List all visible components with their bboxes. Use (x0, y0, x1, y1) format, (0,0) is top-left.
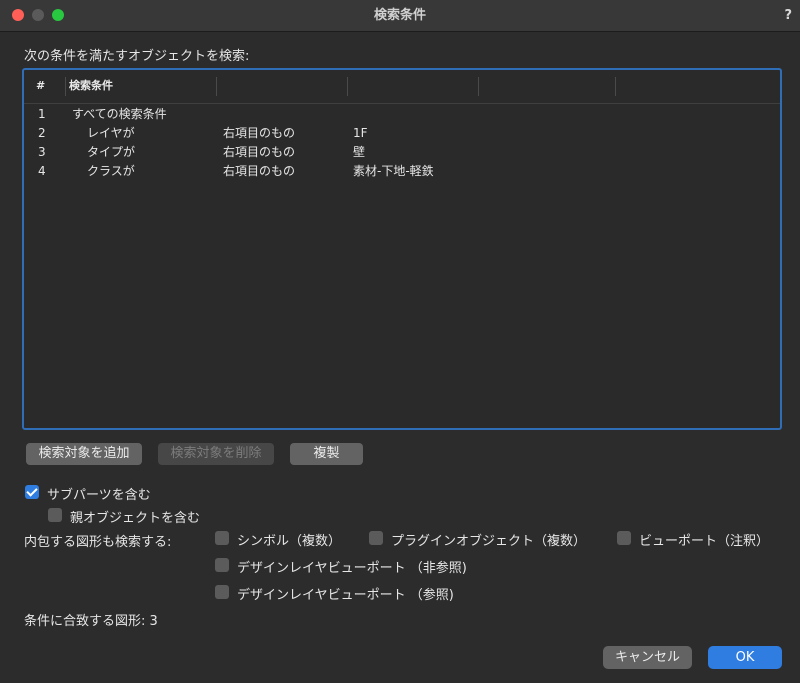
include-subparts-label: サブパーツを含む (47, 488, 151, 503)
row-condition: タイプが (87, 145, 136, 159)
include-subparts-checkbox[interactable] (25, 485, 39, 499)
row-condition: レイヤが (87, 126, 135, 140)
plugin-objects-checkbox[interactable] (369, 531, 383, 545)
delete-criteria-button[interactable]: 検索対象を削除 (158, 443, 274, 465)
table-row[interactable]: 2 レイヤが 右項目のもの 1F (24, 124, 780, 143)
row-number: 2 (38, 126, 46, 140)
row-value: 1F (353, 126, 368, 140)
column-header-condition[interactable]: 検索条件 (69, 78, 113, 94)
design-layer-viewport-nonref-checkbox[interactable] (215, 558, 229, 572)
row-operator: 右項目のもの (223, 164, 296, 178)
row-number: 1 (38, 107, 46, 121)
nested-search-label: 内包する図形も検索する: (24, 535, 172, 550)
plugin-objects-label: プラグインオブジェクト（複数） (391, 534, 587, 549)
window-title: 検索条件 (373, 8, 426, 23)
column-header-number[interactable]: # (36, 78, 45, 94)
row-condition: クラスが (87, 164, 135, 178)
row-condition: すべての検索条件 (72, 107, 167, 121)
include-parent-label: 親オブジェクトを含む (70, 511, 201, 526)
design-layer-viewport-ref-checkbox[interactable] (215, 585, 229, 599)
title-bar: 検索条件 ? (0, 0, 800, 32)
row-value: 素材-下地-軽鉄 (353, 164, 434, 178)
criteria-heading: 次の条件を満たすオブジェクトを検索: (24, 49, 250, 64)
symbols-label: シンボル（複数） (237, 534, 342, 549)
row-value: 壁 (353, 145, 366, 159)
design-layer-viewport-nonref-label: デザインレイヤビューポート （非参照) (237, 561, 467, 576)
duplicate-button[interactable]: 複製 (290, 443, 363, 465)
row-operator: 右項目のもの (223, 126, 296, 140)
table-row[interactable]: 4 クラスが 右項目のもの 素材-下地-軽鉄 (24, 162, 780, 181)
table-row[interactable]: 1 すべての検索条件 (24, 105, 780, 124)
ok-button[interactable]: OK (708, 646, 782, 669)
viewports-checkbox[interactable] (617, 531, 631, 545)
design-layer-viewport-ref-label: デザインレイヤビューポート （参照) (237, 588, 454, 603)
add-criteria-button[interactable]: 検索対象を追加 (26, 443, 142, 465)
table-row[interactable]: 3 タイプが 右項目のもの 壁 (24, 143, 780, 162)
column-separator[interactable] (347, 77, 348, 96)
symbols-checkbox[interactable] (215, 531, 229, 545)
match-count-text: 条件に合致する図形: 3 (24, 614, 158, 629)
table-header: # 検索条件 (24, 70, 780, 104)
viewports-label: ビューポート（注釈） (639, 534, 770, 549)
row-operator: 右項目のもの (223, 145, 296, 159)
help-icon[interactable]: ? (784, 0, 792, 31)
column-separator[interactable] (216, 77, 217, 96)
include-parent-checkbox[interactable] (48, 508, 62, 522)
criteria-table[interactable]: # 検索条件 1 すべての検索条件 2 レイヤが 右項目のもの 1F 3 タイプ… (22, 68, 782, 430)
row-number: 4 (38, 164, 46, 178)
column-separator[interactable] (65, 77, 66, 96)
row-number: 3 (38, 145, 46, 159)
cancel-button[interactable]: キャンセル (603, 646, 692, 669)
column-separator[interactable] (615, 77, 616, 96)
column-separator[interactable] (478, 77, 479, 96)
